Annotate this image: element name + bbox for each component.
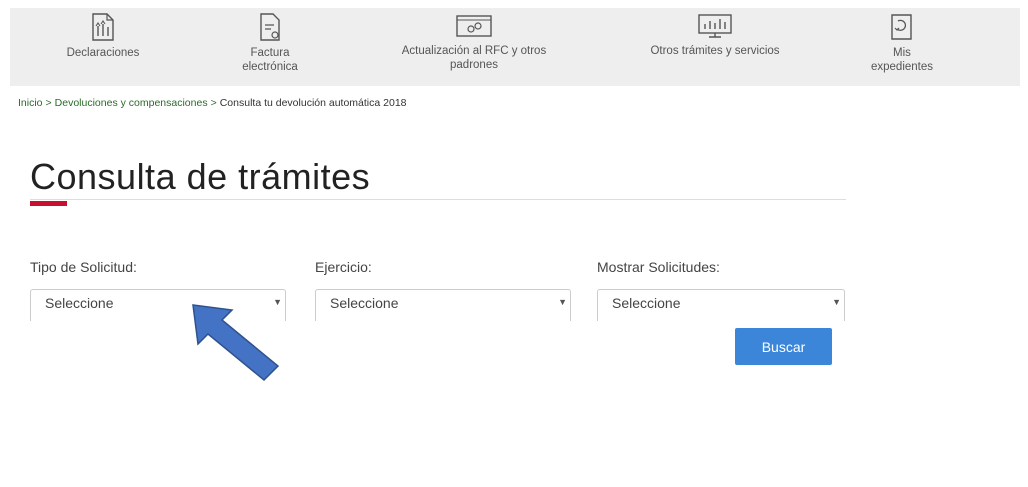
ejercicio-select[interactable]: Seleccione ▼ bbox=[315, 289, 571, 321]
title-divider bbox=[30, 199, 846, 200]
breadcrumb-current: Consulta tu devolución automática 2018 bbox=[219, 97, 407, 109]
breadcrumb-separator: > bbox=[210, 97, 217, 109]
nav-label: Actualización al RFC y otros padrones bbox=[401, 45, 547, 71]
chevron-down-icon: ▼ bbox=[832, 297, 841, 307]
tipo-solicitud-select[interactable]: Seleccione ▼ bbox=[30, 289, 286, 321]
tipo-solicitud-value: Seleccione bbox=[45, 295, 114, 311]
nav-item-mis-expedientes[interactable]: Mis expedientes bbox=[862, 12, 942, 74]
nav-item-actualizacion-rfc[interactable]: Actualización al RFC y otros padrones bbox=[394, 12, 554, 72]
tipo-solicitud-label: Tipo de Solicitud: bbox=[30, 259, 137, 275]
breadcrumb-separator: > bbox=[45, 97, 52, 109]
chevron-down-icon: ▼ bbox=[273, 297, 282, 307]
nav-label: Factura electrónica bbox=[242, 47, 298, 73]
mostrar-solicitudes-select[interactable]: Seleccione ▼ bbox=[597, 289, 845, 321]
nav-item-factura[interactable]: Factura electrónica bbox=[228, 12, 312, 74]
buscar-button[interactable]: Buscar bbox=[735, 328, 832, 365]
declaraciones-icon bbox=[92, 13, 114, 41]
ejercicio-value: Seleccione bbox=[330, 295, 399, 311]
nav-label: Mis expedientes bbox=[870, 47, 934, 73]
otros-tramites-icon bbox=[698, 14, 732, 38]
breadcrumb: Inicio > Devoluciones y compensaciones > Con… bbox=[18, 97, 407, 109]
breadcrumb-link-inicio[interactable]: Inicio bbox=[18, 97, 43, 109]
title-accent-bar bbox=[30, 201, 67, 206]
factura-icon bbox=[260, 13, 280, 41]
mostrar-solicitudes-label: Mostrar Solicitudes: bbox=[597, 259, 720, 275]
nav-item-otros-tramites[interactable]: Otros trámites y servicios bbox=[630, 12, 800, 58]
mostrar-solicitudes-value: Seleccione bbox=[612, 295, 681, 311]
nav-item-declaraciones[interactable]: Declaraciones bbox=[58, 12, 148, 60]
rfc-update-icon bbox=[456, 15, 492, 37]
expedientes-icon bbox=[891, 14, 912, 40]
breadcrumb-link-devoluciones[interactable]: Devoluciones y compensaciones bbox=[55, 97, 208, 109]
nav-label: Otros trámites y servicios bbox=[650, 45, 780, 57]
ejercicio-label: Ejercicio: bbox=[315, 259, 372, 275]
page-title: Consulta de trámites bbox=[30, 156, 371, 197]
nav-label: Declaraciones bbox=[66, 47, 140, 59]
top-navigation: Declaraciones Factura electrónica Actual… bbox=[10, 8, 1020, 86]
chevron-down-icon: ▼ bbox=[558, 297, 567, 307]
